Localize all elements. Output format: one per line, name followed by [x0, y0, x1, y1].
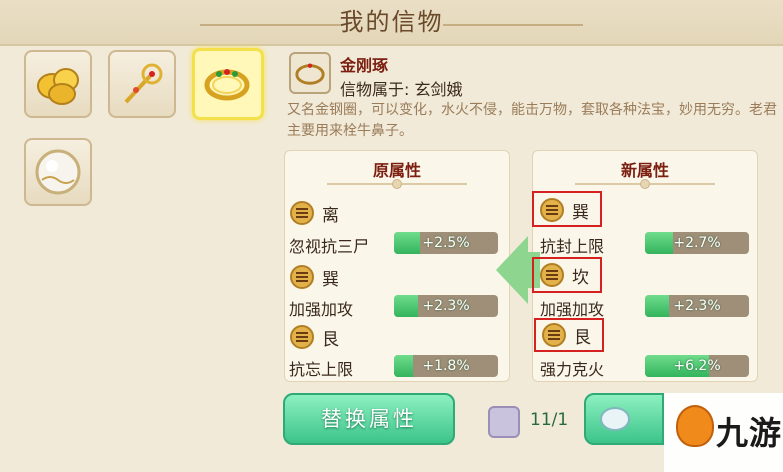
pearl-orb-icon — [35, 149, 81, 195]
stat-value: +1.8% — [422, 358, 470, 374]
jeweled-ring-icon — [204, 69, 250, 101]
new-attributes-title: 新属性 — [620, 161, 669, 180]
ornament-icon — [640, 179, 650, 189]
stat-bar: +2.7% — [645, 232, 749, 254]
inventory-slot-1[interactable] — [24, 50, 92, 118]
stat-label: 强力克火 — [540, 360, 605, 379]
stat-value: +2.3% — [673, 298, 721, 314]
silver-ingot-icon — [600, 407, 630, 431]
trigram-name: 巽 — [572, 202, 589, 223]
original-trigram-1: 离 — [290, 200, 339, 226]
new-trigram-2: 坎 — [540, 262, 589, 288]
original-trigram-2: 巽 — [290, 264, 339, 290]
gold-nuggets-icon — [37, 68, 79, 105]
original-trigram-3: 艮 — [290, 324, 339, 350]
confirm-button[interactable] — [584, 393, 664, 445]
trigram-icon — [290, 265, 314, 289]
trigram-icon — [540, 198, 564, 222]
stat-value: +2.5% — [422, 235, 470, 251]
item-name: 金刚琢 — [340, 56, 389, 75]
stat-value: +2.7% — [673, 235, 721, 251]
trigram-name: 离 — [322, 205, 339, 226]
stat-bar: +2.3% — [645, 295, 749, 317]
stat-bar: +1.8% — [394, 355, 498, 377]
new-trigram-3: 艮 — [542, 322, 591, 348]
selected-item-icon — [289, 52, 331, 94]
trigram-icon — [540, 263, 564, 287]
stat-label: 加强加攻 — [289, 300, 354, 319]
item-description: 又名金钢圈，可以变化，水火不侵，能击万物，套取各种法宝，妙用无穷。老君主要用来栓… — [287, 102, 777, 139]
jeweled-ring-icon — [295, 63, 325, 85]
trigram-name: 艮 — [322, 329, 339, 350]
trigram-icon — [290, 325, 314, 349]
arrow-left-icon — [496, 236, 528, 304]
stat-label: 抗封上限 — [540, 237, 605, 256]
trigram-icon — [542, 323, 566, 347]
page-title: 我的信物 — [339, 8, 444, 36]
replace-attributes-button[interactable]: 替换属性 — [283, 393, 455, 445]
golden-scepter-icon — [124, 63, 163, 104]
ornament-icon — [392, 179, 402, 189]
trigram-name: 坎 — [572, 267, 589, 288]
crystal-material-icon — [488, 406, 520, 438]
inventory-slot-3[interactable] — [192, 48, 264, 120]
stat-bar: +2.3% — [394, 295, 498, 317]
inventory-slot-2[interactable] — [108, 50, 176, 118]
trigram-name: 艮 — [574, 327, 591, 348]
original-attributes-title: 原属性 — [372, 161, 421, 180]
inventory-slot-4[interactable] — [24, 138, 92, 206]
stat-label: 忽视抗三尸 — [289, 237, 370, 256]
stat-value: +6.2% — [673, 358, 721, 374]
watermark-logo-icon — [676, 405, 714, 447]
stat-bar: +2.5% — [394, 232, 498, 254]
material-count: 11/1 — [530, 410, 569, 430]
watermark-text: 九游 — [716, 414, 783, 452]
trigram-name: 巽 — [322, 269, 339, 290]
new-trigram-1: 巽 — [540, 197, 589, 223]
item-owner: 信物属于: 玄剑娥 — [340, 80, 463, 99]
stat-bar: +6.2% — [645, 355, 749, 377]
stat-value: +2.3% — [422, 298, 470, 314]
stat-label: 加强加攻 — [540, 300, 605, 319]
treasure-window: 我的信物 金刚琢 信物属于: 玄剑娥 又名金钢圈，可以变化，水火不侵，能击万物，… — [0, 0, 783, 472]
trigram-icon — [290, 201, 314, 225]
stat-label: 抗忘上限 — [289, 360, 354, 379]
